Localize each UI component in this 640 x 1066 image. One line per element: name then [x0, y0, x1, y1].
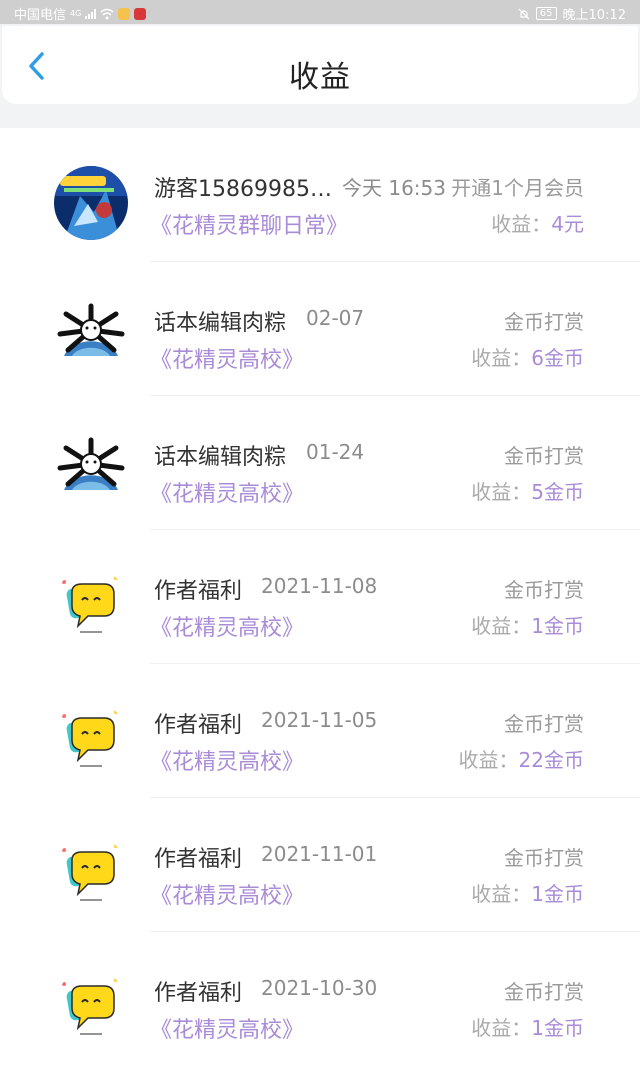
earning-value: 6金币 [531, 346, 584, 370]
clock: 晚上10:12 [562, 8, 626, 23]
chat-bubble-avatar-icon [54, 970, 128, 1044]
earning-amount: 收益：1金币 [471, 610, 584, 639]
list-item[interactable]: 游客15869985… 今天 16:53 开通1个月会员 《花精灵群聊日常》 收… [0, 128, 640, 262]
earning-amount: 收益：1金币 [471, 1012, 584, 1041]
carrier-label: 中国电信 [14, 8, 67, 23]
star-app-icon [118, 7, 131, 20]
status-left: 中国电信 4G [14, 4, 147, 23]
earning-value: 1金币 [531, 614, 584, 638]
avatar [54, 836, 128, 910]
sender-name: 游客15869985… [154, 177, 332, 202]
earning-date: 01-24 [306, 440, 365, 464]
earning-date: 今天 16:53 [342, 176, 446, 200]
chat-bubble-avatar-icon [54, 568, 128, 642]
sender-name: 作者福利 [154, 579, 243, 604]
earning-value: 1金币 [531, 882, 584, 906]
mute-icon [518, 8, 530, 19]
earning-amount: 收益：22金币 [459, 744, 584, 773]
avatar [54, 970, 128, 1044]
earning-type: 金币打赏 [504, 712, 584, 736]
earning-date: 2021-11-01 [261, 842, 378, 866]
earning-amount: 收益：6金币 [471, 342, 584, 371]
nav-bar: 收益 [2, 26, 638, 104]
sender-name: 话本编辑肉粽 [154, 445, 287, 470]
earning-type: 金币打赏 [504, 578, 584, 602]
sender-name: 作者福利 [154, 981, 243, 1006]
status-right: 65 晚上10:12 [518, 4, 626, 23]
chat-bubble-avatar-icon [54, 702, 128, 776]
chat-bubble-avatar-icon [54, 836, 128, 910]
earning-value: 4元 [551, 212, 584, 236]
page-title: 收益 [289, 60, 351, 95]
avatar [54, 568, 128, 642]
cartoon-globe-avatar-icon [54, 300, 128, 374]
earning-date: 2021-10-30 [261, 976, 378, 1000]
list-item[interactable]: 话本编辑肉粽 02-07 金币打赏 《花精灵高校》 收益：6金币 [0, 262, 640, 396]
earning-label: 收益： [491, 212, 552, 236]
sender-name: 作者福利 [154, 713, 243, 738]
avatar [54, 300, 128, 374]
earning-type: 开通1个月会员 [451, 176, 584, 200]
earning-type: 金币打赏 [504, 444, 584, 468]
book-title[interactable]: 《花精灵高校》 [150, 476, 304, 508]
book-title[interactable]: 《花精灵高校》 [150, 1012, 304, 1044]
earning-value: 22金币 [518, 748, 584, 772]
avatar [54, 434, 128, 508]
game-poster-avatar-icon [54, 166, 128, 240]
list-item[interactable]: 作者福利 2021-11-01 金币打赏 《花精灵高校》 收益：1金币 [0, 798, 640, 932]
earning-amount: 收益：5金币 [471, 476, 584, 505]
book-title[interactable]: 《花精灵群聊日常》 [150, 208, 348, 240]
list-item[interactable]: 作者福利 2021-10-30 金币打赏 《花精灵高校》 收益：1金币 [0, 932, 640, 1066]
book-title[interactable]: 《花精灵高校》 [150, 342, 304, 374]
earnings-list: 游客15869985… 今天 16:53 开通1个月会员 《花精灵群聊日常》 收… [0, 128, 640, 1066]
sender-name: 作者福利 [154, 847, 243, 872]
avatar [54, 702, 128, 776]
earning-label: 收益： [471, 346, 532, 370]
earning-type: 金币打赏 [504, 980, 584, 1004]
avatar [54, 166, 128, 240]
earning-date: 2021-11-08 [261, 574, 378, 598]
earning-value: 1金币 [531, 1016, 584, 1040]
earning-value: 5金币 [531, 480, 584, 504]
notify-app-icon [134, 7, 147, 20]
list-item[interactable]: 作者福利 2021-11-05 金币打赏 《花精灵高校》 收益：22金币 [0, 664, 640, 798]
cartoon-globe-avatar-icon [54, 434, 128, 508]
book-title[interactable]: 《花精灵高校》 [150, 744, 304, 776]
earning-label: 收益： [471, 882, 532, 906]
network-label: 4G [70, 9, 82, 18]
earning-amount: 收益：4元 [491, 208, 584, 237]
earning-date: 02-07 [306, 306, 365, 330]
list-item[interactable]: 作者福利 2021-11-08 金币打赏 《花精灵高校》 收益：1金币 [0, 530, 640, 664]
wifi-icon [100, 8, 114, 19]
earning-label: 收益： [471, 480, 532, 504]
earning-label: 收益： [471, 1016, 532, 1040]
status-bar: 中国电信 4G 65 晚上10:12 [0, 0, 640, 24]
signal-icon [85, 8, 97, 19]
earning-type: 金币打赏 [504, 310, 584, 334]
earning-amount: 收益：1金币 [471, 878, 584, 907]
sender-name: 话本编辑肉粽 [154, 311, 287, 336]
list-item[interactable]: 话本编辑肉粽 01-24 金币打赏 《花精灵高校》 收益：5金币 [0, 396, 640, 530]
book-title[interactable]: 《花精灵高校》 [150, 610, 304, 642]
book-title[interactable]: 《花精灵高校》 [150, 878, 304, 910]
header-area: 收益 [0, 24, 640, 128]
earning-date: 2021-11-05 [261, 708, 378, 732]
earning-label: 收益： [458, 748, 519, 772]
battery-icon: 65 [535, 7, 557, 20]
earning-type: 金币打赏 [504, 846, 584, 870]
earning-label: 收益： [471, 614, 532, 638]
